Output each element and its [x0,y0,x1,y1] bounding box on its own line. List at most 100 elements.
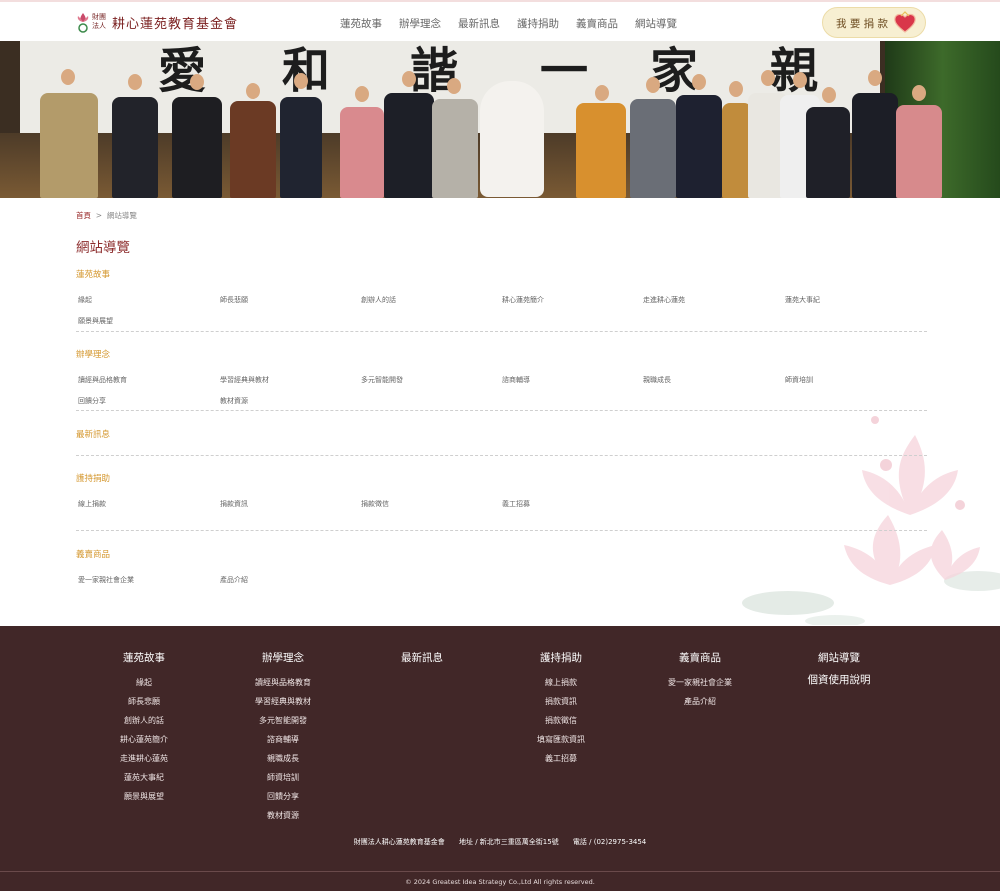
footer-link[interactable]: 師長悲願 [79,692,209,711]
hero-banner-image: 愛 和 諧 一 家 親 [0,41,1000,198]
sitemap-link[interactable]: 教材資源 [220,396,248,406]
sitemap-link[interactable]: 讀經與品格教育 [78,375,127,385]
section-divider [76,530,927,531]
footer-link[interactable]: 耕心蓮苑簡介 [79,730,209,749]
footer-link[interactable]: 多元智能開發 [218,711,348,730]
sitemap-link[interactable]: 走進耕心蓮苑 [643,295,685,305]
footer-link[interactable]: 愛一家親社會企業 [635,673,765,692]
sitemap-link[interactable]: 愛一家親社會企業 [78,575,134,585]
banner-calligraphy-char: 一 [540,43,589,99]
footer-column-philosophy: 辦學理念 讀經與品格教育 學習經典與教材 多元智能開發 諮商輔導 親職成長 師資… [218,650,348,825]
sitemap-link[interactable]: 師長悲願 [220,295,248,305]
sitemap-link[interactable]: 願景與展望 [78,316,113,326]
section-title: 蓮苑故事 [76,270,111,280]
donate-button-label: 我 要 捐 款 [836,18,889,30]
section-divider [76,331,927,332]
footer-link[interactable]: 蓮苑大事紀 [79,768,209,787]
footer-column-title[interactable]: 辦學理念 [218,650,348,665]
footer-column-sitemap: 網站導覽 個資使用說明 [774,650,904,688]
footer-link[interactable]: 親職成長 [218,749,348,768]
footer-copyright: © 2024 Greatest Idea Strategy Co.,Ltd Al… [405,878,595,886]
sitemap-section-philosophy: 辦學理念 讀經與品格教育 學習經典與教材 多元智能開發 諮商輔導 親職成長 師資… [76,348,927,405]
footer-link[interactable]: 讀經與品格教育 [218,673,348,692]
footer-column-title[interactable]: 護持捐助 [496,650,626,665]
sitemap-link[interactable]: 創辦人的話 [361,295,396,305]
sitemap-link[interactable]: 多元智能開發 [361,375,403,385]
breadcrumb-separator: > [95,211,103,220]
section-title: 義賣商品 [76,550,111,560]
footer-link[interactable]: 走進耕心蓮苑 [79,749,209,768]
lotus-logo-icon [76,11,90,33]
nav-item-sitemap[interactable]: 網站導覽 [635,16,677,31]
banner-calligraphy-char: 家 [650,43,699,99]
section-divider [76,455,927,456]
sitemap-link[interactable]: 蓮苑大事紀 [785,295,820,305]
footer-column-title[interactable]: 最新訊息 [357,650,487,665]
heart-icon [893,11,917,38]
footer-column-title[interactable]: 義賣商品 [635,650,765,665]
footer-link[interactable]: 師資培訓 [218,768,348,787]
footer-link[interactable]: 緣起 [79,673,209,692]
site-footer: 蓮苑故事 緣起 師長悲願 創辦人的話 耕心蓮苑簡介 走進耕心蓮苑 蓮苑大事紀 願… [0,626,1000,891]
logo-small-text: 財團法人 [92,13,106,30]
nav-item-philosophy[interactable]: 辦學理念 [399,16,441,31]
breadcrumb-current: 網站導覽 [106,211,137,220]
banner-calligraphy-char: 親 [770,43,819,99]
sitemap-link[interactable]: 捐款資訊 [220,499,248,509]
footer-link[interactable]: 填寫匯款資訊 [496,730,626,749]
footer-link[interactable]: 學習經典與教材 [218,692,348,711]
footer-link-privacy[interactable]: 個資使用說明 [774,673,904,688]
nav-item-products[interactable]: 義賣商品 [576,16,618,31]
footer-link[interactable]: 諮商輔導 [218,730,348,749]
sitemap-section-donate: 護持捐助 線上捐款 捐款資訊 捐款徵信 義工招募 [76,472,927,508]
sitemap-link[interactable]: 義工招募 [502,499,530,509]
nav-item-news[interactable]: 最新訊息 [458,16,500,31]
footer-link[interactable]: 教材資源 [218,806,348,825]
sitemap-link[interactable]: 諮商輔導 [502,375,530,385]
sitemap-section-story: 蓮苑故事 緣起 師長悲願 創辦人的話 耕心蓮苑簡介 走進耕心蓮苑 蓮苑大事紀 願… [76,268,927,325]
footer-link[interactable]: 捐款徵信 [496,711,626,730]
sitemap-section-news: 最新訊息 [76,428,927,440]
nav-item-story[interactable]: 蓮苑故事 [340,16,382,31]
sitemap-link[interactable]: 師資培訓 [785,375,813,385]
footer-link[interactable]: 產品介紹 [635,692,765,711]
footer-phone: 電話 / (02)2975-3454 [572,838,647,846]
site-logo[interactable]: 財團法人 耕心蓮苑教育基金會 [76,11,238,33]
footer-link[interactable]: 回饋分享 [218,787,348,806]
page-title: 網站導覽 [76,240,130,256]
section-title: 護持捐助 [76,474,111,484]
sitemap-link[interactable]: 耕心蓮苑簡介 [502,295,544,305]
donate-button[interactable]: 我 要 捐 款 [822,7,926,38]
sitemap-link[interactable]: 回饋分享 [78,396,106,406]
footer-divider [0,871,1000,872]
footer-column-products: 義賣商品 愛一家親社會企業 產品介紹 [635,650,765,711]
breadcrumb: 首頁 > 網站導覽 [76,210,137,221]
banner-calligraphy-char: 愛 [158,43,207,99]
sitemap-link[interactable]: 產品介紹 [220,575,248,585]
footer-contact-info: 財團法人耕心蓮苑教育基金會 地址 / 新北市三重區萬全街15號 電話 / (02… [0,837,1000,847]
footer-column-story: 蓮苑故事 緣起 師長悲願 創辦人的話 耕心蓮苑簡介 走進耕心蓮苑 蓮苑大事紀 願… [79,650,209,806]
logo-name: 耕心蓮苑教育基金會 [112,16,239,32]
sitemap-section-products: 義賣商品 愛一家親社會企業 產品介紹 [76,548,927,584]
footer-link[interactable]: 線上捐款 [496,673,626,692]
footer-link[interactable]: 捐款資訊 [496,692,626,711]
sitemap-link[interactable]: 捐款徵信 [361,499,389,509]
sitemap-link[interactable]: 親職成長 [643,375,671,385]
footer-org-name: 財團法人耕心蓮苑教育基金會 [353,838,445,846]
footer-link[interactable]: 願景與展望 [79,787,209,806]
footer-link[interactable]: 創辦人的話 [79,711,209,730]
footer-link[interactable]: 義工招募 [496,749,626,768]
footer-column-donate: 護持捐助 線上捐款 捐款資訊 捐款徵信 填寫匯款資訊 義工招募 [496,650,626,768]
footer-column-news: 最新訊息 [357,650,487,673]
footer-column-title[interactable]: 網站導覽 [774,650,904,665]
sitemap-link[interactable]: 學習經典與教材 [220,375,269,385]
sitemap-link[interactable]: 線上捐款 [78,499,106,509]
site-header: 財團法人 耕心蓮苑教育基金會 蓮苑故事 辦學理念 最新訊息 護持捐助 義賣商品 … [0,0,1000,41]
sitemap-link[interactable]: 緣起 [78,295,92,305]
nav-item-donate[interactable]: 護持捐助 [517,16,559,31]
footer-address: 地址 / 新北市三重區萬全街15號 [458,838,559,846]
footer-column-title[interactable]: 蓮苑故事 [79,650,209,665]
breadcrumb-home-link[interactable]: 首頁 [76,211,91,220]
section-divider [76,410,927,411]
section-title[interactable]: 最新訊息 [76,428,927,440]
